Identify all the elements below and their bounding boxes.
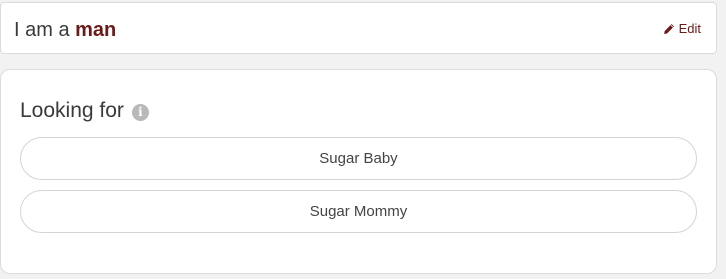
looking-for-card: Looking for i Sugar Baby Sugar Mommy bbox=[0, 69, 717, 274]
looking-for-title: Looking for bbox=[20, 99, 124, 122]
identity-prefix: I am a bbox=[14, 19, 70, 41]
identity-card: I am a man Edit bbox=[0, 2, 717, 54]
option-label: Sugar Mommy bbox=[309, 203, 408, 220]
option-label: Sugar Baby bbox=[319, 150, 398, 167]
option-sugar-mommy[interactable]: Sugar Mommy bbox=[20, 190, 697, 233]
edit-button[interactable]: Edit bbox=[663, 21, 701, 37]
pencil-icon bbox=[663, 23, 675, 35]
looking-for-heading: Looking for i bbox=[20, 99, 149, 123]
option-sugar-baby[interactable]: Sugar Baby bbox=[20, 137, 697, 180]
edit-label: Edit bbox=[678, 21, 701, 36]
info-icon[interactable]: i bbox=[131, 103, 149, 121]
identity-gender: man bbox=[75, 19, 117, 41]
identity-statement: I am a man bbox=[14, 19, 116, 41]
